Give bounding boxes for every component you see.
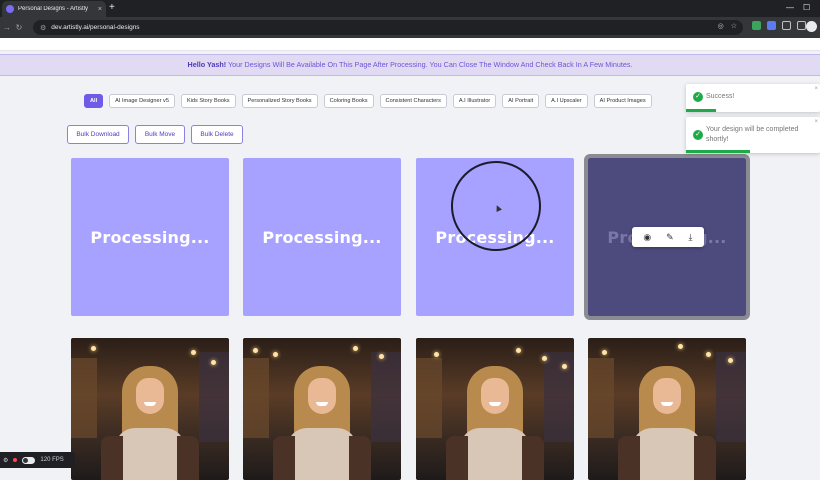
card-action-toolbar: ◉ ✎ ⤓ xyxy=(632,227,704,247)
filter-ai-product-images[interactable]: AI Product Images xyxy=(593,94,652,108)
filter-coloring-books[interactable]: Coloring Books xyxy=(323,94,374,108)
download-icon[interactable]: ⤓ xyxy=(689,227,693,247)
fps-counter: 120 FPS xyxy=(40,457,64,463)
filter-personalized-story-books[interactable]: Personalized Story Books xyxy=(241,94,318,108)
design-image-card[interactable] xyxy=(71,338,229,480)
filter-ai-portrait[interactable]: AI Portrait xyxy=(502,94,540,108)
filter-consistent-characters[interactable]: Consistent Characters xyxy=(379,94,447,108)
processing-card[interactable]: Processing... xyxy=(71,158,229,316)
extension-blue-icon[interactable] xyxy=(767,21,776,30)
url-text: dev.artistly.ai/personal-designs xyxy=(51,24,140,31)
toast-progress-bar xyxy=(686,109,716,112)
minimize-button[interactable]: — xyxy=(786,2,794,14)
toast-message: Success! xyxy=(706,93,735,100)
filter-ai-illustrator[interactable]: A.I Illustrator xyxy=(452,94,497,108)
side-panel-icon[interactable] xyxy=(797,21,806,30)
toast-close-icon[interactable]: × xyxy=(814,86,818,92)
bookmark-star-icon[interactable]: ☆ xyxy=(731,22,737,30)
design-image-card[interactable] xyxy=(588,338,746,480)
edit-pencil-icon[interactable]: ✎ xyxy=(666,227,674,247)
bulk-move-button[interactable]: Bulk Move xyxy=(135,125,185,144)
filter-ai-upscaler[interactable]: A.I Upscaler xyxy=(545,94,588,108)
check-circle-icon: ✓ xyxy=(693,92,703,102)
page-header xyxy=(0,38,820,51)
extension-green-icon[interactable] xyxy=(752,21,761,30)
design-image-card[interactable] xyxy=(243,338,401,480)
site-info-icon[interactable]: ⚙ xyxy=(40,24,46,32)
reload-icon[interactable]: ↻ xyxy=(14,23,24,32)
notice-message: Your Designs Will Be Available On This P… xyxy=(226,60,633,69)
completion-toast: ✓ Your design will be completed shortly!… xyxy=(686,117,820,153)
toast-message: Your design will be completed shortly! xyxy=(706,126,799,143)
new-tab-button[interactable]: + xyxy=(109,2,115,14)
notice-greeting: Hello Yash! xyxy=(187,60,227,69)
browser-tab[interactable]: Personal Designs - Artistly × xyxy=(2,1,106,17)
processing-card[interactable]: Processing... xyxy=(243,158,401,316)
overlay-toggle[interactable] xyxy=(22,456,36,464)
browser-tab-bar: Personal Designs - Artistly × + — ☐ xyxy=(0,0,820,17)
bulk-delete-button[interactable]: Bulk Delete xyxy=(191,125,243,144)
tab-title: Personal Designs - Artistly xyxy=(18,6,89,12)
filter-ai-image-designer[interactable]: AI Image Designer v5 xyxy=(109,94,175,108)
filter-all[interactable]: All xyxy=(84,94,104,108)
eye-off-icon[interactable]: ◎ xyxy=(718,22,724,30)
address-bar[interactable]: ⚙ dev.artistly.ai/personal-designs ◎ ☆ xyxy=(33,20,743,35)
extensions-puzzle-icon[interactable] xyxy=(782,21,791,30)
view-eye-icon[interactable]: ◉ xyxy=(643,227,651,247)
maximize-button[interactable]: ☐ xyxy=(803,2,810,14)
processing-label: Processing... xyxy=(90,227,210,247)
success-toast: ✓ Success! × xyxy=(686,84,820,112)
processing-notice-banner: Hello Yash! Your Designs Will Be Availab… xyxy=(0,54,820,76)
artistly-favicon-icon xyxy=(6,5,14,13)
record-indicator-icon xyxy=(13,458,18,462)
check-circle-icon: ✓ xyxy=(693,130,703,140)
design-image-card[interactable] xyxy=(416,338,574,480)
category-filters: All AI Image Designer v5 Kids Story Book… xyxy=(84,94,652,108)
back-icon[interactable]: → xyxy=(2,23,12,32)
browser-toolbar: → ↻ ⚙ dev.artistly.ai/personal-designs ◎… xyxy=(0,17,820,38)
processing-label: Processing... xyxy=(262,227,382,247)
settings-icon[interactable]: ⚙ xyxy=(3,457,8,464)
toast-progress-bar xyxy=(686,150,750,153)
tab-close-icon[interactable]: × xyxy=(98,6,102,13)
bulk-download-button[interactable]: Bulk Download xyxy=(67,125,129,144)
filter-kids-story-books[interactable]: Kids Story Books xyxy=(180,94,236,108)
recording-overlay: ⚙ 120 FPS xyxy=(0,452,75,468)
profile-avatar[interactable] xyxy=(806,21,817,32)
toast-close-icon[interactable]: × xyxy=(814,119,818,125)
